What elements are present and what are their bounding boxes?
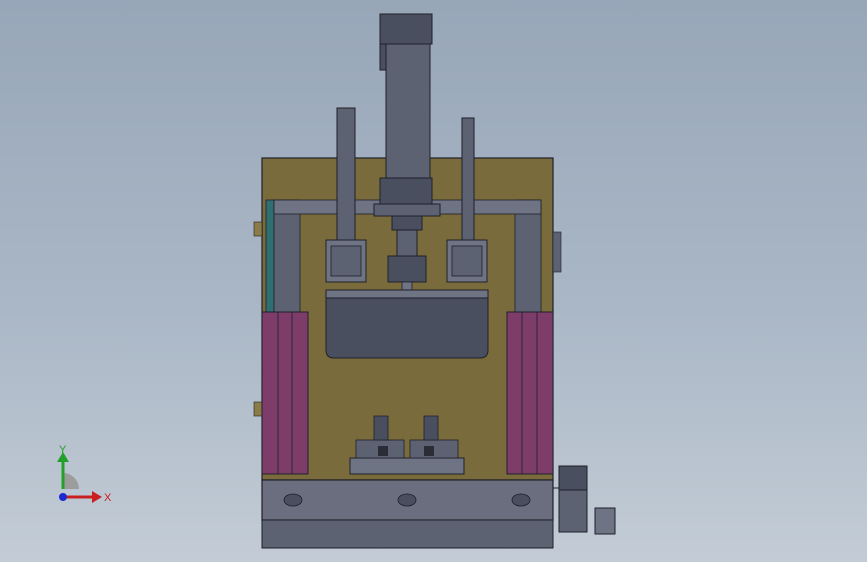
- side-valve: [553, 465, 616, 535]
- press-plate: [325, 289, 489, 359]
- side-rail-right: [506, 311, 554, 475]
- triad-arc-icon: [63, 473, 79, 489]
- side-rail-left: [261, 311, 309, 475]
- coordinate-triad: Y X: [57, 444, 112, 504]
- x-axis-arrowhead-icon: [92, 491, 102, 503]
- y-axis-label: Y: [59, 444, 67, 456]
- cad-viewport[interactable]: [0, 0, 867, 562]
- base-plate: [261, 479, 554, 549]
- z-axis-dot-icon: [59, 493, 67, 501]
- x-axis-label: X: [104, 492, 112, 504]
